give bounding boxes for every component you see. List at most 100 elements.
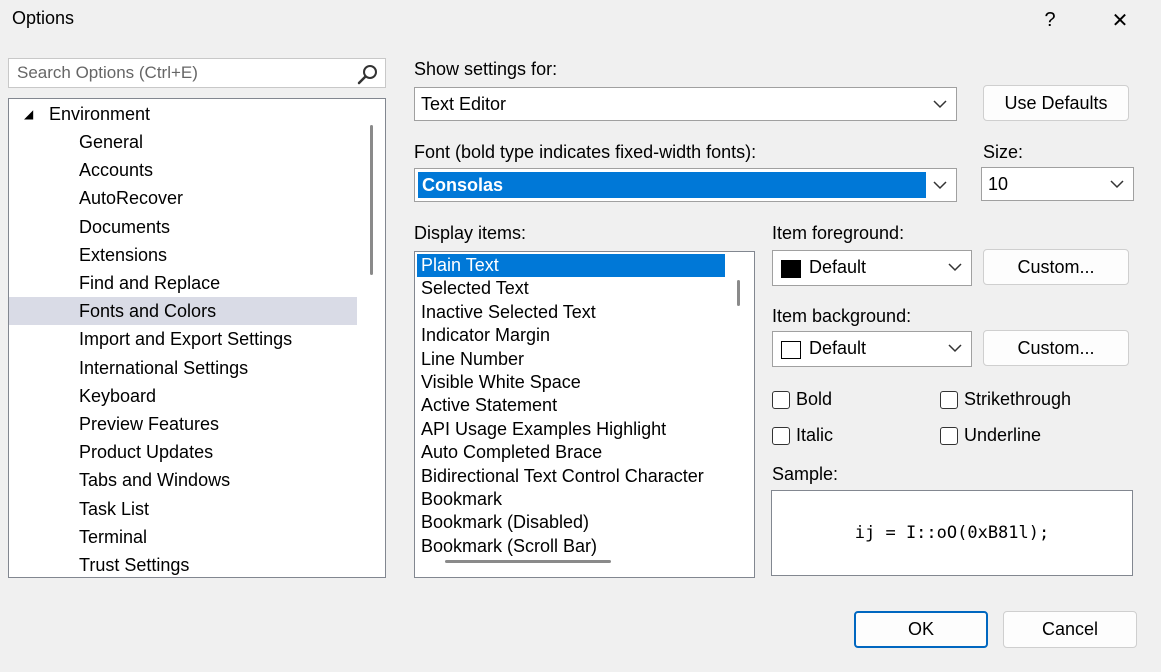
tree-item-international-settings[interactable]: International Settings	[9, 354, 357, 382]
search-box	[8, 58, 386, 88]
tree-item-label: Environment	[49, 104, 151, 124]
display-items-label: Display items:	[414, 223, 527, 243]
size-label: Size:	[983, 142, 1024, 162]
tree-item-label: Documents	[79, 216, 171, 237]
display-items-list[interactable]: Plain Text Selected Text Inactive Selected…	[414, 251, 755, 578]
close-button[interactable]: ✕	[1100, 4, 1140, 36]
strikethrough-label: Strikethrough	[964, 389, 1072, 409]
tree-item-keyboard[interactable]: Keyboard	[9, 382, 357, 410]
size-value: 10	[988, 174, 1009, 194]
italic-label: Italic	[796, 425, 834, 445]
sample-text: ij = I::oO(0xB81l);	[854, 523, 1050, 543]
ok-button[interactable]: OK	[854, 611, 988, 648]
sample-label: Sample:	[772, 464, 839, 484]
display-item[interactable]: Active Statement	[417, 394, 725, 417]
sample-preview: ij = I::oO(0xB81l);	[771, 490, 1133, 576]
tree-item-label: AutoRecover	[79, 188, 184, 209]
tree-item-extensions[interactable]: Extensions	[9, 241, 357, 269]
list-hscroll-thumb[interactable]	[445, 560, 611, 563]
show-settings-value: Text Editor	[421, 94, 507, 114]
item-foreground-label: Item foreground:	[772, 223, 905, 243]
item-foreground-value: Default	[809, 257, 867, 277]
tree-item-label: Accounts	[79, 160, 154, 181]
tree-item-label: International Settings	[79, 357, 249, 378]
display-item[interactable]: API Usage Examples Highlight	[417, 418, 725, 441]
chevron-down-icon	[948, 263, 962, 272]
list-vscroll-thumb[interactable]	[737, 280, 740, 306]
tree-item-label: Find and Replace	[79, 273, 221, 293]
italic-checkbox[interactable]: Italic	[772, 425, 833, 446]
background-color-swatch	[781, 341, 801, 359]
underline-label: Underline	[964, 425, 1042, 445]
foreground-custom-button[interactable]: Custom...	[983, 249, 1129, 285]
display-item[interactable]: Bookmark (Scroll Bar)	[417, 535, 725, 558]
display-item[interactable]: Selected Text	[417, 277, 725, 300]
display-item[interactable]: Bidirectional Text Control Character	[417, 465, 725, 488]
show-settings-dropdown[interactable]: Text Editor	[414, 87, 957, 121]
checkbox-box[interactable]	[940, 426, 958, 445]
search-input[interactable]	[15, 62, 345, 84]
tree-item-fonts-and-colors[interactable]: Fonts and Colors	[9, 297, 357, 326]
font-value: Consolas	[418, 172, 926, 198]
tree-item-label: Keyboard	[79, 385, 157, 406]
dialog-title: Options	[12, 8, 75, 28]
tree-item-terminal[interactable]: Terminal	[9, 523, 357, 551]
item-background-value: Default	[809, 338, 867, 358]
tree-item-environment[interactable]: ◢ Environment	[9, 100, 357, 128]
tree-item-label: Task List	[79, 498, 150, 519]
checkbox-box[interactable]	[772, 426, 790, 445]
checkbox-box[interactable]	[940, 390, 958, 409]
tree-item-label: Tabs and Windows	[79, 470, 231, 491]
tree-item-label: Fonts and Colors	[79, 301, 217, 322]
tree-item-import-and-export-settings[interactable]: Import and Export Settings	[9, 325, 357, 353]
tree-item-general[interactable]: General	[9, 128, 357, 156]
display-item[interactable]: Bookmark (Disabled)	[417, 511, 725, 534]
use-defaults-button[interactable]: Use Defaults	[983, 85, 1129, 121]
chevron-down-icon	[948, 344, 962, 353]
item-background-dropdown[interactable]: Default	[772, 331, 972, 367]
tree-item-label: Trust Settings	[79, 555, 190, 575]
foreground-color-swatch	[781, 260, 801, 278]
display-item[interactable]: Auto Completed Brace	[417, 441, 725, 464]
tree-item-task-list[interactable]: Task List	[9, 495, 357, 523]
display-item[interactable]: Line Number	[417, 348, 725, 371]
tree-item-label: General	[79, 132, 144, 152]
tree-item-autorecover[interactable]: AutoRecover	[9, 184, 357, 212]
tree-item-preview-features[interactable]: Preview Features	[9, 410, 357, 438]
search-icon[interactable]	[357, 63, 379, 85]
chevron-down-icon	[933, 181, 947, 190]
tree-item-label: Product Updates	[79, 442, 214, 463]
tree-item-trust-settings[interactable]: Trust Settings	[9, 551, 357, 577]
strikethrough-checkbox[interactable]: Strikethrough	[940, 389, 1071, 410]
item-background-label: Item background:	[772, 306, 912, 326]
display-item[interactable]: Inactive Selected Text	[417, 301, 725, 324]
checkbox-box[interactable]	[772, 390, 790, 409]
display-item[interactable]: Plain Text	[417, 254, 725, 277]
help-button[interactable]: ?	[1030, 4, 1070, 36]
chevron-down-icon	[1110, 180, 1124, 189]
tree-scrollbar-thumb[interactable]	[370, 125, 373, 275]
bold-label: Bold	[796, 389, 833, 409]
background-custom-button[interactable]: Custom...	[983, 330, 1129, 366]
font-dropdown[interactable]: Consolas	[414, 168, 957, 202]
item-foreground-dropdown[interactable]: Default	[772, 250, 972, 286]
show-settings-label: Show settings for:	[414, 59, 558, 79]
expand-arrow-icon[interactable]: ◢	[24, 100, 33, 128]
tree-item-label: Preview Features	[79, 414, 220, 434]
tree-item-accounts[interactable]: Accounts	[9, 156, 357, 184]
cancel-button[interactable]: Cancel	[1003, 611, 1137, 648]
tree-item-tabs-and-windows[interactable]: Tabs and Windows	[9, 466, 357, 494]
tree-item-label: Terminal	[79, 526, 148, 547]
tree-item-documents[interactable]: Documents	[9, 213, 357, 241]
tree-item-label: Import and Export Settings	[79, 329, 293, 350]
display-item[interactable]: Indicator Margin	[417, 324, 725, 347]
underline-checkbox[interactable]: Underline	[940, 425, 1041, 446]
options-tree[interactable]: ◢ Environment General Accounts AutoRecover…	[8, 98, 386, 578]
display-item[interactable]: Visible White Space	[417, 371, 725, 394]
bold-checkbox[interactable]: Bold	[772, 389, 832, 410]
tree-item-product-updates[interactable]: Product Updates	[9, 438, 357, 466]
display-item[interactable]: Bookmark	[417, 488, 725, 511]
chevron-down-icon	[933, 100, 947, 109]
tree-item-find-and-replace[interactable]: Find and Replace	[9, 269, 357, 297]
size-dropdown[interactable]: 10	[981, 167, 1134, 201]
